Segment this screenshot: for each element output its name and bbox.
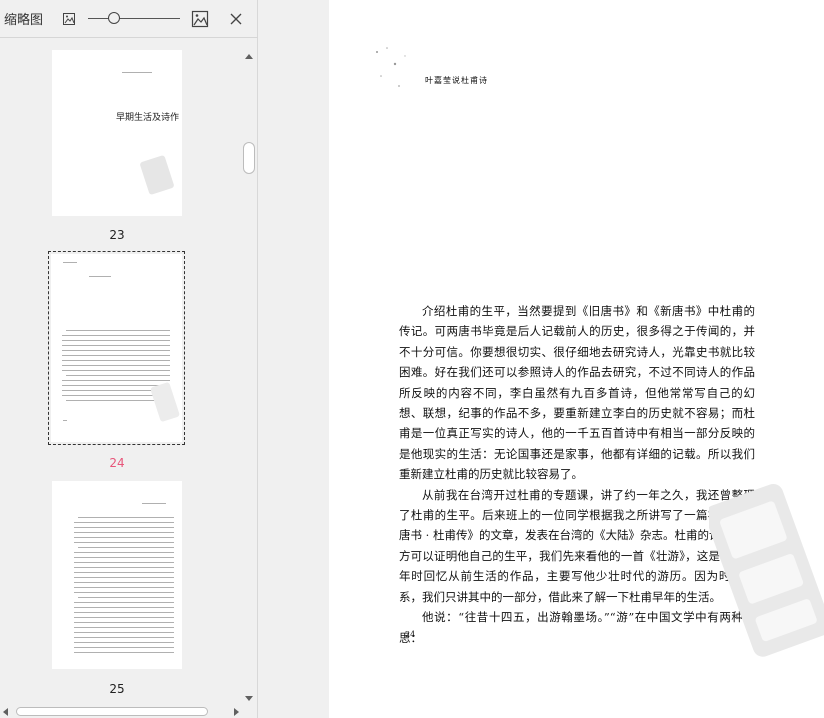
document-viewer[interactable]: 叶嘉莹说杜甫诗 介绍杜甫的生平，当然要提到《旧唐书》和《新唐书》中杜甫的传记。可… — [259, 0, 824, 718]
vertical-scroll-thumb[interactable] — [243, 142, 255, 174]
scroll-down-arrow-icon[interactable] — [245, 696, 253, 701]
watermark-seal-icon — [140, 155, 174, 195]
large-image-icon[interactable] — [189, 8, 211, 30]
thumbnail-heading: 早期生活及诗作 — [116, 113, 180, 123]
thumbnail-page-25[interactable] — [52, 481, 182, 669]
thumbnail-page-24[interactable] — [51, 254, 182, 442]
paragraph: 从前我在台湾开过杜甫的专题课，讲了约一年之久，我还曾整理了杜甫的生平。后来班上的… — [399, 487, 755, 604]
scroll-left-arrow-icon[interactable] — [3, 708, 8, 716]
small-image-icon[interactable] — [58, 8, 80, 30]
horizontal-scrollbar[interactable] — [0, 705, 242, 718]
zoom-slider-track[interactable] — [88, 18, 180, 19]
watermark-seal-icon — [709, 483, 824, 657]
scroll-up-arrow-icon[interactable] — [245, 54, 253, 59]
watermark-seal-icon — [151, 382, 180, 422]
close-icon[interactable] — [225, 8, 247, 30]
scan-speckle — [376, 47, 406, 87]
thumbnail-toolbar: 缩略图 — [0, 0, 258, 38]
thumbnail-page-number: 25 — [109, 682, 125, 696]
thumbnail-panel: 缩略图 早期生活及诗作 23 24 25 — [0, 0, 258, 718]
paragraph: 他说：“往昔十四五，出游翰墨场。”“游”在中国文学中有两种意思： — [399, 610, 755, 645]
page-number: 24 — [405, 630, 416, 639]
thumbnail-page-number: 23 — [109, 228, 125, 242]
zoom-slider[interactable] — [88, 12, 180, 24]
thumbnail-page-number: 24 — [109, 456, 125, 470]
paragraph: 介绍杜甫的生平，当然要提到《旧唐书》和《新唐书》中杜甫的传记。可两唐书毕竟是后人… — [399, 304, 755, 482]
thumbnail-page-23[interactable]: 早期生活及诗作 — [52, 50, 182, 216]
horizontal-scroll-thumb[interactable] — [16, 707, 208, 716]
document-page: 叶嘉莹说杜甫诗 介绍杜甫的生平，当然要提到《旧唐书》和《新唐书》中杜甫的传记。可… — [329, 0, 824, 718]
running-head: 叶嘉莹说杜甫诗 — [425, 76, 488, 85]
panel-title: 缩略图 — [4, 13, 44, 28]
scroll-right-arrow-icon[interactable] — [234, 708, 239, 716]
vertical-scrollbar[interactable] — [242, 50, 256, 705]
zoom-slider-handle[interactable] — [108, 12, 120, 24]
thumbnail-list[interactable]: 早期生活及诗作 23 24 25 — [0, 39, 242, 705]
body-text: 介绍杜甫的生平，当然要提到《旧唐书》和《新唐书》中杜甫的传记。可两唐书毕竟是后人… — [399, 301, 755, 648]
